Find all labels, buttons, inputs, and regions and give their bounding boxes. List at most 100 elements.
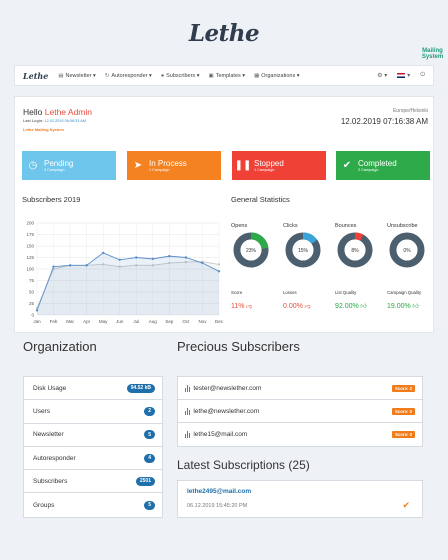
status-card-completed[interactable]: ✔ Completed 2 Campaign	[336, 151, 430, 180]
org-row-disk-usage[interactable]: Disk Usage 94.52 kB	[24, 377, 162, 401]
timezone: Europe/Helsinki	[392, 108, 428, 114]
org-row-label: Autoresponder	[33, 454, 76, 462]
nav-subscribers[interactable]: ● Subscribers ▾	[161, 73, 200, 79]
power-icon[interactable]: ⏻	[420, 72, 425, 79]
building-icon: ▦	[254, 72, 260, 79]
x-tick-label: Feb	[50, 319, 58, 324]
data-point	[85, 264, 88, 267]
last-login-value: 12.02.2019 06:56:33 AM	[44, 119, 86, 123]
org-row-users[interactable]: Users 2	[24, 400, 162, 424]
count-badge: 4	[144, 453, 155, 463]
score-badge: Score: 2	[392, 384, 415, 392]
precious-subscriber-row[interactable]: lethe@newslether.com Score: 0	[178, 400, 422, 423]
donut-chart: 8%	[337, 232, 373, 268]
org-row-label: Groups	[33, 501, 55, 509]
nav-organizations[interactable]: ▦ Organizations ▾	[254, 73, 299, 79]
bar-chart-icon	[185, 384, 191, 392]
donut-percent: 8%	[351, 248, 359, 254]
status-card-pending[interactable]: ◷ Pending 3 Campaign	[22, 151, 116, 180]
nav-autoresponder[interactable]: ↻ Autoresponder ▾	[105, 73, 152, 79]
status-sub: 3 Campaign	[44, 168, 65, 172]
subscriber-email[interactable]: tester@newslether.com	[193, 385, 261, 392]
paper-plane-icon: ➤	[133, 160, 143, 171]
x-tick-label: Oct	[182, 319, 190, 324]
data-point	[52, 265, 55, 268]
precious-subscriber-row[interactable]: lethe15@mail.com Score: 0	[178, 423, 422, 446]
x-tick-label: Jan	[33, 319, 41, 324]
greeting-user[interactable]: Lethe Admin	[45, 107, 92, 117]
nav-templates-label: Templates	[215, 72, 241, 79]
status-title: Pending	[44, 159, 74, 168]
donut-label: Clicks	[283, 223, 298, 229]
count-badge: 5	[144, 500, 155, 510]
latest-subscriber-email[interactable]: lethe2495@mail.com	[187, 488, 251, 495]
org-row-newsletter[interactable]: Newsletter 5	[24, 424, 162, 447]
data-point	[35, 309, 39, 312]
nav-organizations-label: Organizations	[261, 72, 296, 79]
gear-icon[interactable]: ⚙ ▾	[377, 72, 387, 79]
x-tick-label: Nov	[198, 319, 207, 324]
metric-label: Score	[231, 290, 243, 295]
greeting-hello: Hello	[23, 107, 43, 117]
org-row-autoresponder[interactable]: Autoresponder 4	[24, 447, 162, 471]
clock-icon: ◷	[28, 160, 38, 171]
status-title: Stopped	[254, 159, 284, 168]
data-point	[101, 251, 105, 255]
data-point	[217, 270, 221, 273]
status-title: Completed	[358, 159, 397, 168]
precious-subscribers-title: Precious Subscribers	[177, 339, 300, 354]
last-login-label: Last Login:	[23, 119, 44, 123]
donut-opens: Opens 23%	[231, 223, 271, 274]
subscriber-email[interactable]: lethe@newslether.com	[193, 408, 259, 415]
check-icon: ✔	[402, 500, 410, 510]
metric-value: 11% 👎︎	[231, 302, 252, 310]
data-point	[201, 261, 204, 265]
donut-percent: 0%	[403, 248, 411, 254]
x-tick-label: Aug	[149, 319, 158, 324]
x-tick-label: Sep	[165, 319, 174, 324]
organization-list: Disk Usage 94.52 kB Users 2 Newsletter 5 Autor…	[23, 376, 163, 518]
top-navbar: Lethe ▤ Newsletter ▾ ↻ Autoresponder ▾ ● Su…	[14, 65, 434, 86]
nav-templates[interactable]: ▣ Templates ▾	[208, 73, 245, 79]
x-tick-label: Jul	[133, 319, 139, 324]
refresh-icon: ↻	[104, 72, 110, 79]
count-badge: 2	[144, 406, 155, 416]
thumbs-down-icon: 👎︎	[302, 304, 311, 310]
nav-logo[interactable]: Lethe	[23, 71, 48, 81]
dashboard-panel: Hello Lethe Admin Last Login: 12.02.2019…	[14, 96, 434, 333]
org-row-subscribers[interactable]: Subscribers 2501	[24, 470, 162, 494]
status-card-in-process[interactable]: ➤ In Process 1 Campaign	[127, 151, 221, 180]
metric-value-text: 0.00%	[283, 303, 303, 310]
language-menu[interactable]: ▾	[397, 72, 410, 79]
donut-label: Unsubscribe	[387, 223, 418, 229]
donut-clicks: Clicks 15%	[283, 223, 323, 274]
org-row-groups[interactable]: Groups 5	[24, 493, 162, 516]
x-tick-label: May	[99, 319, 108, 324]
latest-subscription-item[interactable]: lethe2495@mail.com 06.12.2019 15:45:20 P…	[177, 480, 423, 518]
donut-label: Bounces	[335, 223, 357, 229]
nav-newsletter[interactable]: ▤ Newsletter ▾	[58, 73, 95, 79]
x-tick-label: Mar	[66, 319, 74, 324]
nav-autoresponder-label: Autoresponder	[111, 72, 148, 79]
metric-value: 19.00% 👍︎	[387, 302, 419, 310]
donut-chart: 0%	[389, 232, 425, 268]
org-row-label: Newsletter	[33, 431, 64, 439]
subscribers-line-chart: 0 25 50 75 100 125 150 175 200 Jan Feb Mar Apr May Jun…	[26, 221, 223, 325]
org-row-label: Users	[33, 407, 50, 415]
data-point	[68, 264, 72, 267]
donut-percent: 15%	[298, 248, 309, 254]
org-row-label: Subscribers	[33, 477, 68, 485]
score-badge: Score: 0	[392, 407, 415, 415]
bar-chart-icon	[185, 407, 191, 415]
y-tick-label: 100	[26, 267, 34, 272]
metric-value: 92.00% 👍︎	[335, 302, 367, 310]
thumbs-down-icon: 👎︎	[244, 304, 253, 310]
y-tick-label: 150	[26, 244, 34, 249]
data-point	[135, 256, 138, 259]
subscriber-email[interactable]: lethe15@mail.com	[193, 431, 247, 438]
status-card-stopped[interactable]: ❚❚ Stopped 1 Campaign	[232, 151, 326, 180]
y-tick-label: 75	[29, 278, 35, 283]
donut-label: Opens	[231, 223, 248, 229]
status-title: In Process	[149, 159, 187, 168]
precious-subscriber-row[interactable]: tester@newslether.com Score: 2	[178, 377, 422, 400]
